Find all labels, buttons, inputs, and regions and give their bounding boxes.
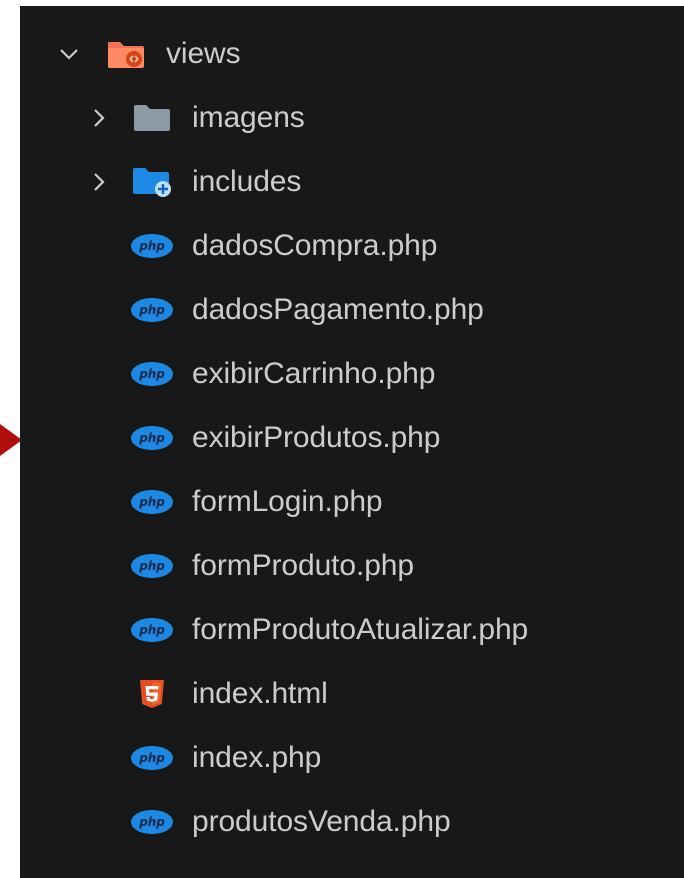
php-file-icon: php [130,229,174,263]
file-name: exibirCarrinho.php [192,357,436,390]
folder-name: views [166,37,241,70]
tree-folder-includes[interactable]: includes [20,150,684,214]
php-file-icon: php [130,421,174,455]
file-explorer: views imagens includes php dadosCompra.p… [20,6,684,878]
tree-file-produtosvenda[interactable]: php produtosVenda.php [20,790,684,854]
svg-text:php: php [138,495,165,509]
chevron-right-icon[interactable] [88,171,110,193]
tree-file-index-html[interactable]: index.html [20,662,684,726]
svg-text:php: php [138,559,165,573]
chevron-down-icon[interactable] [58,43,80,65]
php-file-icon: php [130,613,174,647]
file-name: formProduto.php [192,549,414,582]
file-name: formProdutoAtualizar.php [192,613,529,646]
explorer-tree: views imagens includes php dadosCompra.p… [20,22,684,854]
svg-text:php: php [138,623,165,637]
tree-file-dadospagamento[interactable]: php dadosPagamento.php [20,278,684,342]
tree-folder-imagens[interactable]: imagens [20,86,684,150]
php-file-icon: php [130,293,174,327]
svg-text:php: php [138,431,165,445]
tree-file-exibircarrinho[interactable]: php exibirCarrinho.php [20,342,684,406]
file-name: dadosPagamento.php [192,293,484,326]
php-file-icon: php [130,357,174,391]
file-name: index.php [192,741,322,774]
php-file-icon: php [130,805,174,839]
file-name: produtosVenda.php [192,805,451,838]
screenshot-frame: views imagens includes php dadosCompra.p… [0,0,684,878]
tree-file-exibirprodutos[interactable]: php exibirProdutos.php [20,406,684,470]
tree-file-formprodutoatualizar[interactable]: php formProdutoAtualizar.php [20,598,684,662]
php-file-icon: php [130,485,174,519]
php-file-icon: php [130,741,174,775]
views-folder-open-icon [104,37,148,71]
folder-name: includes [192,165,302,198]
chevron-right-icon[interactable] [88,107,110,129]
folder-icon [130,101,174,135]
file-name: formLogin.php [192,485,383,518]
svg-text:php: php [138,367,165,381]
svg-text:php: php [138,303,165,317]
file-name: exibirProdutos.php [192,421,441,454]
php-file-icon: php [130,549,174,583]
tree-file-formlogin[interactable]: php formLogin.php [20,470,684,534]
html5-file-icon [130,677,174,711]
svg-text:php: php [138,751,165,765]
svg-text:php: php [138,815,165,829]
tree-folder-views[interactable]: views [20,22,684,86]
tree-file-index-php[interactable]: php index.php [20,726,684,790]
tree-file-dadoscompra[interactable]: php dadosCompra.php [20,214,684,278]
folder-include-icon [130,165,174,199]
annotation-arrow [0,424,22,456]
folder-name: imagens [192,101,305,134]
file-name: dadosCompra.php [192,229,438,262]
svg-text:php: php [138,239,165,253]
file-name: index.html [192,677,328,710]
tree-file-formproduto[interactable]: php formProduto.php [20,534,684,598]
